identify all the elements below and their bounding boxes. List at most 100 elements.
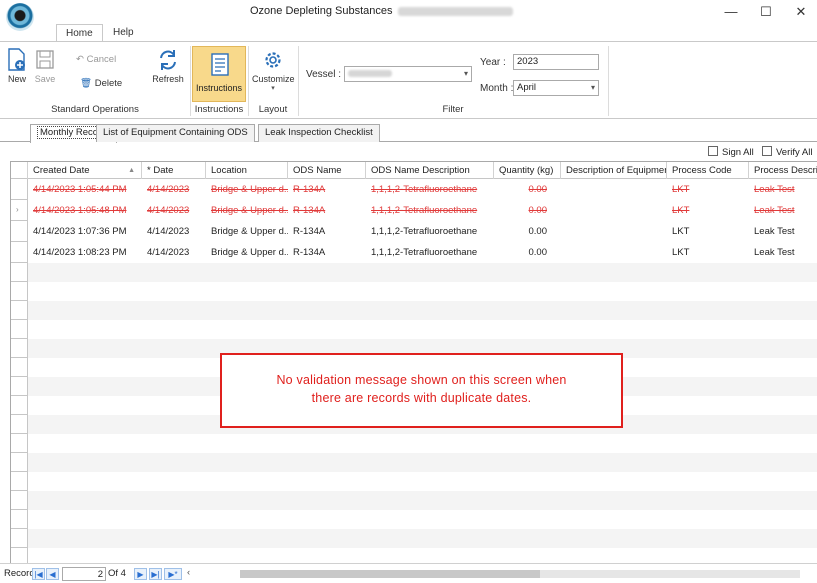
row-selector[interactable] — [11, 242, 28, 263]
vessel-select[interactable]: ▾ — [344, 66, 472, 82]
col-process-code[interactable]: Process Code — [667, 162, 749, 179]
verify-all-checkbox[interactable]: Verify All — [762, 146, 812, 158]
scroll-left-icon[interactable]: ‹ — [187, 567, 190, 578]
cell-created-date[interactable]: 4/14/2023 1:05:44 PM — [28, 179, 142, 200]
row-selector[interactable] — [11, 221, 28, 242]
tab-home[interactable]: Home — [56, 24, 103, 42]
record-count-text: Of 4 — [108, 568, 126, 579]
header-selector — [11, 162, 28, 179]
current-row-indicator-icon: › — [16, 205, 19, 214]
row-selector — [11, 282, 28, 301]
cell-ods-name[interactable]: R-134A — [288, 221, 366, 242]
col-ods-name[interactable]: ODS Name — [288, 162, 366, 179]
row-selector — [11, 510, 28, 529]
cell-location[interactable]: Bridge & Upper d... — [206, 221, 288, 242]
cell-ods-name[interactable]: R-134A — [288, 200, 366, 221]
empty-row — [11, 453, 817, 472]
col-process-description[interactable]: Process Descrip — [749, 162, 817, 179]
col-location[interactable]: Location — [206, 162, 288, 179]
cell-ods-name[interactable]: R-134A — [288, 179, 366, 200]
cell-created-date[interactable]: 4/14/2023 1:08:23 PM — [28, 242, 142, 263]
cell-equipment-description[interactable] — [561, 179, 667, 200]
row-selector — [11, 491, 28, 510]
cell-process-code[interactable]: LKT — [667, 242, 749, 263]
row-selector[interactable] — [11, 179, 28, 200]
cell-process-code[interactable]: LKT — [667, 179, 749, 200]
col-date[interactable]: * Date — [142, 162, 206, 179]
cell-process-description[interactable]: Leak Test — [749, 179, 817, 200]
instructions-button[interactable]: Instructions — [192, 46, 246, 102]
current-record-input[interactable]: 2 — [62, 567, 106, 581]
month-select[interactable]: April ▾ — [513, 80, 599, 96]
cell-date[interactable]: 4/14/2023 — [142, 200, 206, 221]
delete-button[interactable]: 🗑 Delete — [80, 78, 122, 89]
refresh-button[interactable]: Refresh — [150, 48, 186, 84]
row-selector — [11, 301, 28, 320]
gear-icon — [265, 52, 281, 68]
tab-leak-inspection[interactable]: Leak Inspection Checklist — [258, 124, 380, 142]
cell-equipment-description[interactable] — [561, 221, 667, 242]
cell-created-date[interactable]: 4/14/2023 1:05:48 PM — [28, 200, 142, 221]
cell-location[interactable]: Bridge & Upper d... — [206, 242, 288, 263]
cell-ods-description[interactable]: 1,1,1,2-Tetrafluoroethane — [366, 179, 494, 200]
cell-process-code[interactable]: LKT — [667, 221, 749, 242]
col-equipment-description[interactable]: Description of Equipment — [561, 162, 667, 179]
new-button[interactable]: New — [4, 48, 30, 84]
row-selector — [11, 415, 28, 434]
cell-ods-description[interactable]: 1,1,1,2-Tetrafluoroethane — [366, 221, 494, 242]
cell-location[interactable]: Bridge & Upper d... — [206, 200, 288, 221]
cell-date[interactable]: 4/14/2023 — [142, 221, 206, 242]
new-record-button[interactable]: ▶* — [164, 568, 182, 580]
cell-date[interactable]: 4/14/2023 — [142, 179, 206, 200]
cell-process-description[interactable]: Leak Test — [749, 221, 817, 242]
col-ods-description[interactable]: ODS Name Description — [366, 162, 494, 179]
cell-ods-name[interactable]: R-134A — [288, 242, 366, 263]
table-row[interactable]: › 4/14/2023 1:05:48 PM 4/14/2023 Bridge & U… — [11, 200, 817, 221]
cell-created-date[interactable]: 4/14/2023 1:07:36 PM — [28, 221, 142, 242]
save-button[interactable]: Save — [32, 48, 58, 84]
tab-help[interactable]: Help — [104, 24, 143, 42]
table-row[interactable]: 4/14/2023 1:05:44 PM 4/14/2023 Bridge & Up… — [11, 179, 817, 200]
cell-process-code[interactable]: LKT — [667, 200, 749, 221]
trash-icon: 🗑 — [80, 78, 95, 89]
sign-all-checkbox[interactable]: Sign All — [708, 146, 754, 158]
maximize-button[interactable]: ☐ — [751, 2, 781, 22]
cell-process-description[interactable]: Leak Test — [749, 200, 817, 221]
table-row[interactable]: 4/14/2023 1:07:36 PM 4/14/2023 Bridge & Up… — [11, 221, 817, 242]
minimize-button[interactable]: — — [716, 2, 746, 22]
cell-ods-description[interactable]: 1,1,1,2-Tetrafluoroethane — [366, 200, 494, 221]
next-record-button[interactable]: ▶ — [134, 568, 147, 580]
first-record-button[interactable]: |◀ — [32, 568, 45, 580]
previous-record-button[interactable]: ◀ — [46, 568, 59, 580]
cancel-label: Cancel — [86, 54, 117, 65]
row-selector — [11, 453, 28, 472]
window-title: Ozone Depleting Substances — [250, 5, 580, 17]
cell-equipment-description[interactable] — [561, 200, 667, 221]
col-created-date[interactable]: Created Date ▲ — [28, 162, 142, 179]
col-quantity[interactable]: Quantity (kg) — [494, 162, 561, 179]
close-button[interactable]: ✕ — [786, 2, 816, 22]
empty-row — [11, 472, 817, 491]
cell-equipment-description[interactable] — [561, 242, 667, 263]
cell-date[interactable]: 4/14/2023 — [142, 242, 206, 263]
cell-ods-description[interactable]: 1,1,1,2-Tetrafluoroethane — [366, 242, 494, 263]
ribbon-tabs: Home Help — [0, 22, 817, 42]
sign-all-label: Sign All — [722, 147, 754, 158]
scrollbar-thumb[interactable] — [240, 570, 540, 578]
cell-process-description[interactable]: Leak Test — [749, 242, 817, 263]
table-row[interactable]: 4/14/2023 1:08:23 PM 4/14/2023 Bridge & Up… — [11, 242, 817, 263]
cell-quantity[interactable]: 0.00 — [494, 242, 561, 263]
cell-quantity[interactable]: 0.00 — [494, 200, 561, 221]
horizontal-scrollbar[interactable] — [240, 570, 800, 578]
customize-button[interactable]: Customize ▾ — [252, 48, 295, 92]
cell-location[interactable]: Bridge & Upper d... — [206, 179, 288, 200]
cancel-button[interactable]: ↶ Cancel — [76, 54, 116, 65]
last-record-button[interactable]: ▶| — [149, 568, 162, 580]
cell-quantity[interactable]: 0.00 — [494, 179, 561, 200]
cell-quantity[interactable]: 0.00 — [494, 221, 561, 242]
chevron-down-icon: ▾ — [463, 69, 468, 78]
tab-equipment-list[interactable]: List of Equipment Containing ODS — [96, 124, 255, 142]
year-input[interactable]: 2023 — [513, 54, 599, 70]
row-selector[interactable]: › — [11, 200, 28, 221]
refresh-icon — [160, 50, 176, 70]
